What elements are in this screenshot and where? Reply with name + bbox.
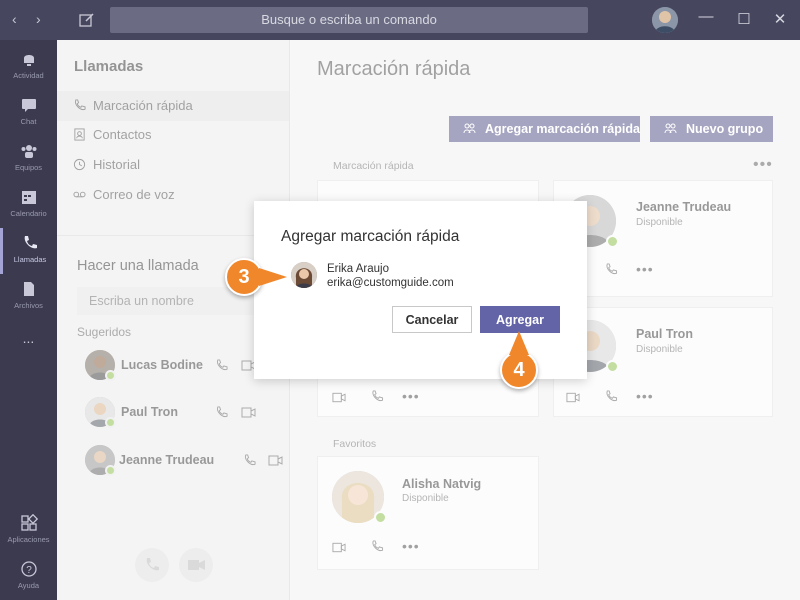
rail-item-activity[interactable]: Actividad [0, 44, 57, 90]
rail-item-more[interactable]: ... [0, 326, 57, 372]
bell-icon [23, 55, 34, 66]
svg-text:?: ? [26, 565, 32, 576]
title-bar: ‹ › Busque o escriba un comando — ☐ ✕ [0, 0, 800, 40]
minimize-icon[interactable]: — [696, 8, 716, 25]
callout-pointer [259, 268, 287, 286]
phone-icon [24, 236, 37, 249]
selected-person-name: Erika Araujo [327, 263, 390, 275]
rail-item-apps[interactable]: Aplicaciones [0, 508, 57, 554]
avatar [291, 262, 317, 288]
rail-item-calendar[interactable]: Calendario [0, 182, 57, 228]
teams-icon [21, 145, 36, 158]
step-callout: 3 [225, 258, 263, 296]
callout-pointer [509, 331, 529, 355]
rail-item-chat[interactable]: Chat [0, 90, 57, 136]
help-icon: ? [20, 561, 37, 577]
add-speed-dial-dialog: Agregar marcación rápida Erika Araujo er… [254, 201, 587, 379]
calendar-icon [21, 191, 36, 204]
step-callout: 4 [500, 351, 538, 389]
cancel-button[interactable]: Cancelar [392, 306, 472, 333]
dialog-title: Agregar marcación rápida [281, 228, 460, 245]
app-rail: Actividad Chat Equipos Calendario Llamad… [0, 40, 57, 600]
chat-icon [21, 99, 36, 112]
apps-icon [20, 514, 38, 531]
rail-item-files[interactable]: Archivos [0, 274, 57, 320]
add-button[interactable]: Agregar [480, 306, 560, 333]
rail-item-help[interactable]: ? Ayuda [0, 554, 57, 600]
more-icon: ... [22, 330, 35, 346]
search-input[interactable]: Busque o escriba un comando [110, 7, 588, 33]
compose-icon[interactable] [78, 11, 96, 29]
avatar[interactable] [652, 7, 678, 33]
rail-item-calls[interactable]: Llamadas [0, 228, 57, 274]
close-icon[interactable]: ✕ [770, 10, 790, 28]
maximize-icon[interactable]: ☐ [734, 10, 754, 28]
file-icon [23, 282, 34, 296]
rail-item-teams[interactable]: Equipos [0, 136, 57, 182]
back-arrow-icon[interactable]: ‹ [12, 11, 17, 27]
selected-person-email: erika@customguide.com [327, 277, 454, 289]
forward-arrow-icon[interactable]: › [36, 11, 41, 27]
